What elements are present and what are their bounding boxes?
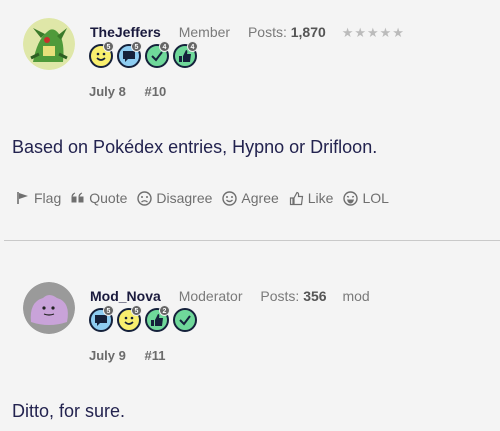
post-11: Mod_Nova Moderator Posts: 356 mod 5 5 2 …: [0, 242, 500, 431]
post-number[interactable]: #11: [144, 348, 165, 363]
badge-row: 5 5 2: [89, 305, 197, 332]
like-button[interactable]: Like: [289, 190, 334, 206]
post-divider: [4, 240, 500, 241]
disagree-label: Disagree: [156, 190, 213, 206]
like-label: Like: [307, 190, 334, 206]
user-title: mod: [342, 288, 370, 304]
post-10: TheJeffers Member Posts: 1,870 ★★★★★ 5 5…: [0, 0, 500, 241]
badge-count: 5: [131, 41, 142, 52]
post-date[interactable]: July 9: [89, 348, 126, 363]
post-date-line: July 8 #10: [89, 84, 166, 99]
avatar-mod-nova[interactable]: [23, 282, 75, 334]
posts-count: 1,870: [290, 24, 326, 40]
lol-button[interactable]: LOL: [343, 190, 389, 206]
speech-bubble-badge-icon[interactable]: 5: [89, 305, 114, 332]
laugh-icon: [343, 190, 359, 206]
smile-icon: [222, 190, 238, 206]
checkmark-badge-icon[interactable]: 4: [145, 41, 170, 68]
badge-count: 4: [187, 41, 198, 52]
user-role: Moderator: [178, 288, 243, 304]
user-meta: TheJeffers Member Posts: 1,870 ★★★★★: [90, 24, 405, 41]
smile-badge-icon[interactable]: 5: [89, 41, 114, 68]
flag-button[interactable]: Flag: [16, 190, 61, 206]
badge-count: 2: [159, 305, 170, 316]
smile-badge-icon[interactable]: 5: [117, 305, 142, 332]
agree-button[interactable]: Agree: [222, 190, 279, 206]
checkmark-badge-icon[interactable]: [173, 308, 197, 332]
posts-label: Posts:: [260, 288, 300, 304]
post-date[interactable]: July 8: [89, 84, 126, 99]
flag-icon: [17, 192, 28, 204]
post-message: Ditto, for sure.: [12, 401, 126, 421]
flag-label: Flag: [34, 190, 62, 206]
badge-row: 5 5 4 4: [89, 41, 198, 68]
badge-count: 5: [103, 41, 114, 52]
user-role: Member: [178, 24, 231, 40]
lol-label: LOL: [362, 190, 389, 206]
post-number[interactable]: #10: [144, 84, 166, 99]
agree-label: Agree: [241, 190, 279, 206]
post-actions: Flag Quote Disagree Agree Like LOL: [16, 190, 399, 206]
thumbs-up-badge-icon[interactable]: 4: [173, 41, 198, 68]
badge-count: 5: [131, 305, 142, 316]
post-message: Based on Pokédex entries, Hypno or Drifl…: [12, 137, 378, 157]
disagree-button[interactable]: Disagree: [137, 190, 212, 206]
badge-count: 4: [159, 41, 170, 52]
quote-button[interactable]: Quote: [71, 190, 127, 206]
rating-stars: ★★★★★: [341, 25, 405, 40]
badge-count: 5: [103, 305, 114, 316]
quote-label: Quote: [89, 190, 128, 206]
quote-icon: [71, 192, 84, 203]
username[interactable]: Mod_Nova: [90, 288, 161, 304]
thumbs-up-icon: [289, 191, 303, 205]
frown-icon: [137, 190, 153, 206]
post-date-line: July 9 #11: [89, 348, 165, 363]
username[interactable]: TheJeffers: [90, 24, 161, 40]
thumbs-up-badge-icon[interactable]: 2: [145, 305, 170, 332]
avatar-thejeffers[interactable]: [23, 18, 75, 70]
posts-count: 356: [303, 288, 327, 304]
posts-label: Posts:: [247, 24, 287, 40]
speech-bubble-badge-icon[interactable]: 5: [117, 41, 142, 68]
user-meta: Mod_Nova Moderator Posts: 356 mod: [90, 288, 370, 304]
